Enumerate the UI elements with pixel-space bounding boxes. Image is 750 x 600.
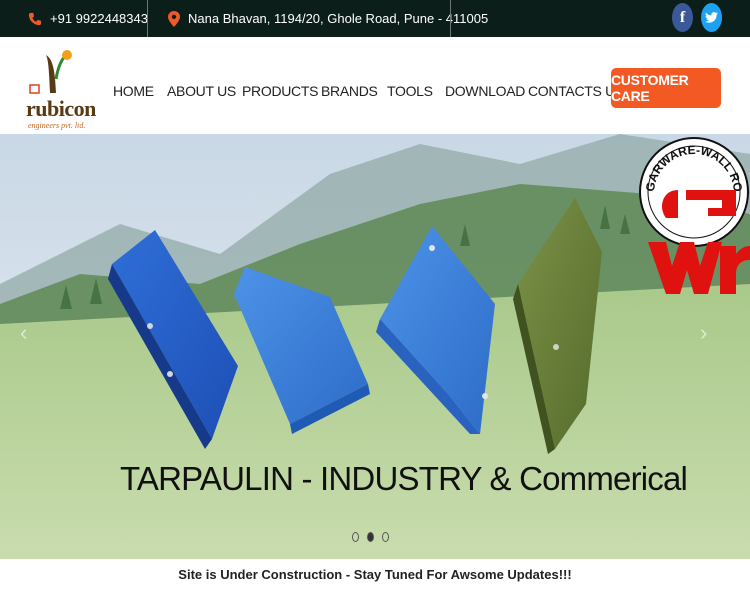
topbar-divider [450,0,451,37]
hero-caption: TARPAULIN - INDUSTRY & Commerical [120,460,688,497]
nav-tools[interactable]: TOOLS [387,83,433,99]
previous-slide-arrow[interactable]: ‹ [20,320,27,346]
garware-wall-ropes-badge: GARWARE-WALL ROPES [638,134,750,294]
customer-care-button[interactable]: CUSTOMER CARE [611,68,721,108]
location-pin-icon [168,10,180,27]
next-slide-arrow[interactable]: › [700,320,707,346]
construction-notice: Site is Under Construction - Stay Tuned … [178,567,572,582]
address-contact: Nana Bhavan, 1194/20, Ghole Road, Pune -… [168,0,488,37]
top-contact-bar: +91 9922448343 Nana Bhavan, 1194/20, Gho… [0,0,750,37]
phone-contact[interactable]: +91 9922448343 [28,0,148,37]
company-logo[interactable]: rubicon engineers pvt. ltd. [26,49,96,130]
logo-wordmark: rubicon [26,96,96,121]
hero-slider: ‹ › GARWARE-WALL ROPES TARPAULIN - INDUS… [0,134,750,559]
nav-contacts-us[interactable]: CONTACTS US [528,83,624,99]
slide-indicator[interactable] [352,532,359,542]
nav-brands[interactable]: BRANDS [321,83,378,99]
logo-mark-icon [29,50,72,94]
nav-home[interactable]: HOME [113,83,154,99]
nav-products[interactable]: PRODUCTS [242,83,318,99]
address-text: Nana Bhavan, 1194/20, Ghole Road, Pune -… [188,11,489,26]
slide-indicator[interactable] [382,532,389,542]
facebook-icon[interactable]: f [672,3,693,32]
twitter-icon[interactable] [701,3,722,32]
phone-number: +91 9922448343 [50,11,148,26]
slide-indicator-active[interactable] [367,532,374,542]
logo-tagline: engineers pvt. ltd. [28,121,86,130]
site-header: rubicon engineers pvt. ltd. HOME ABOUT U… [0,37,750,134]
topbar-divider [147,0,148,37]
nav-download[interactable]: DOWNLOAD [445,83,525,99]
slider-indicators [352,532,389,542]
phone-icon [28,12,42,25]
nav-about-us[interactable]: ABOUT US [167,83,236,99]
